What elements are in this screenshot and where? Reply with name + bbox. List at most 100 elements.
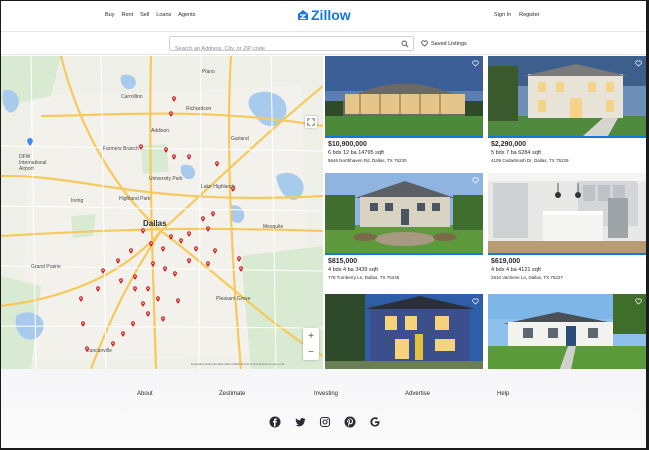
listing-card[interactable] [488,294,646,369]
map-label-grand-prairie: Grand Prairie [31,264,61,270]
search-input[interactable] [170,42,390,56]
zillow-logo[interactable]: Zillow [297,7,351,23]
listing-photo[interactable] [488,294,646,369]
listing-card[interactable]: $10,900,000 6 bds 12 ba 14795 sqft 5646 … [325,56,483,163]
listing-pin-icon[interactable] [131,321,135,327]
listing-pin-icon[interactable] [161,246,165,252]
listing-photo[interactable] [488,56,646,136]
listing-pin-icon[interactable] [239,266,243,272]
listing-pin-icon[interactable] [187,154,191,160]
listing-pin-icon[interactable] [164,147,168,153]
nav-agents[interactable]: Agents [178,12,195,18]
map-label-plano: Plano [202,69,215,75]
map-label-mesquite: Mesquite [263,224,284,230]
listing-pin-icon[interactable] [146,286,150,292]
google-icon[interactable] [368,415,381,428]
footer: About Zestimate Investing Advertise Help [1,369,646,448]
listing-pin-icon[interactable] [85,346,89,352]
listing-pin-icon[interactable] [111,341,115,347]
listing-photo[interactable] [488,173,646,253]
listing-pin-icon[interactable] [121,331,125,337]
twitter-icon[interactable] [293,415,306,428]
nav-loans[interactable]: Loans [156,12,171,18]
listing-pin-icon[interactable] [151,261,155,267]
nav-buy[interactable]: Buy [105,12,114,18]
listing-pin-icon[interactable] [141,301,145,307]
listing-pin-icon[interactable] [141,228,145,234]
favorite-heart-icon[interactable] [472,60,479,67]
search-row: Saved Listings [1,31,646,56]
facebook-icon[interactable] [268,415,281,428]
listing-photo[interactable] [325,173,483,253]
footer-link-zestimate[interactable]: Zestimate [219,391,245,397]
map-label-addison: Addison [151,128,170,134]
nav-rent[interactable]: Rent [121,12,133,18]
house-photo-1 [325,56,483,136]
favorite-heart-icon[interactable] [635,177,642,184]
favorite-heart-icon[interactable] [472,298,479,305]
listing-pin-icon[interactable] [156,296,160,302]
listing-pin-icon[interactable] [176,298,180,304]
listing-pin-icon[interactable] [169,111,173,117]
footer-link-about[interactable]: About [137,391,153,397]
listing-pin-icon[interactable] [187,231,191,237]
listing-pin-icon[interactable] [206,261,210,267]
map-base [1,56,323,369]
listing-card[interactable]: $815,000 4 bds 4 ba 3439 sqft 778 Turnbe… [325,173,483,280]
footer-link-advertise[interactable]: Advertise [405,391,430,397]
saved-listings-button[interactable]: Saved Listings [421,40,467,47]
listing-pin-icon[interactable] [201,216,205,222]
listing-pin-icon[interactable] [169,234,173,240]
listing-pin-icon[interactable] [146,311,150,317]
listing-pin-icon[interactable] [179,238,183,244]
search-icon[interactable] [401,40,409,48]
listing-photo[interactable] [325,294,483,369]
listing-pin-icon[interactable] [172,154,176,160]
listing-pin-icon[interactable] [211,211,215,217]
favorite-heart-icon[interactable] [472,177,479,184]
listing-card[interactable]: $619,000 4 bds 4 ba 4121 sqft 2810 Vache… [488,173,646,280]
favorite-heart-icon[interactable] [635,60,642,67]
listing-pin-icon[interactable] [187,258,191,264]
zoom-control: + − [303,328,319,360]
map-panel[interactable]: Plano Garland Irving Richardson Farmers … [1,56,323,369]
listing-pin-icon[interactable] [116,258,120,264]
pinterest-icon[interactable] [343,415,356,428]
listing-pin-icon[interactable] [79,296,83,302]
listing-photo[interactable] [325,56,483,136]
listing-pin-icon[interactable] [173,271,177,277]
favorite-heart-icon[interactable] [635,298,642,305]
footer-link-help[interactable]: Help [497,391,509,397]
zillow-page: Buy Rent Sell Loans Agents Zillow Sign I… [1,1,646,448]
register-link[interactable]: Register [519,12,539,18]
listing-pin-icon[interactable] [172,96,176,102]
zoom-out-button[interactable]: − [303,344,319,360]
fullscreen-button[interactable] [305,116,317,128]
footer-link-investing[interactable]: Investing [314,391,338,397]
logo-text: Zillow [311,7,351,23]
listing-pin-icon[interactable] [149,241,153,247]
listing-pin-icon[interactable] [81,321,85,327]
listing-pin-icon[interactable] [237,256,241,262]
listing-card[interactable]: $2,290,000 5 bds 7 ba 6284 sqft 4109 Ced… [488,56,646,163]
listing-pin-icon[interactable] [213,248,217,254]
listing-pin-icon[interactable] [139,144,143,150]
listing-pin-icon[interactable] [96,286,100,292]
zoom-in-button[interactable]: + [303,328,319,344]
listing-pin-icon[interactable] [161,316,165,322]
listing-pin-icon[interactable] [194,246,198,252]
listing-pin-icon[interactable] [129,248,133,254]
listing-pin-icon[interactable] [163,266,167,272]
instagram-icon[interactable] [318,415,331,428]
listing-pin-icon[interactable] [101,268,105,274]
listing-pin-icon[interactable] [133,286,137,292]
listing-pin-icon[interactable] [231,186,235,192]
listing-details: 5 bds 7 ba 6284 sqft [491,150,541,156]
listing-pin-icon[interactable] [119,278,123,284]
nav-sell[interactable]: Sell [140,12,149,18]
sign-in-link[interactable]: Sign In [494,12,511,18]
listing-pin-icon[interactable] [215,161,219,167]
listing-pin-icon[interactable] [206,226,210,232]
listing-pin-icon[interactable] [133,274,137,280]
listing-card[interactable] [325,294,483,369]
